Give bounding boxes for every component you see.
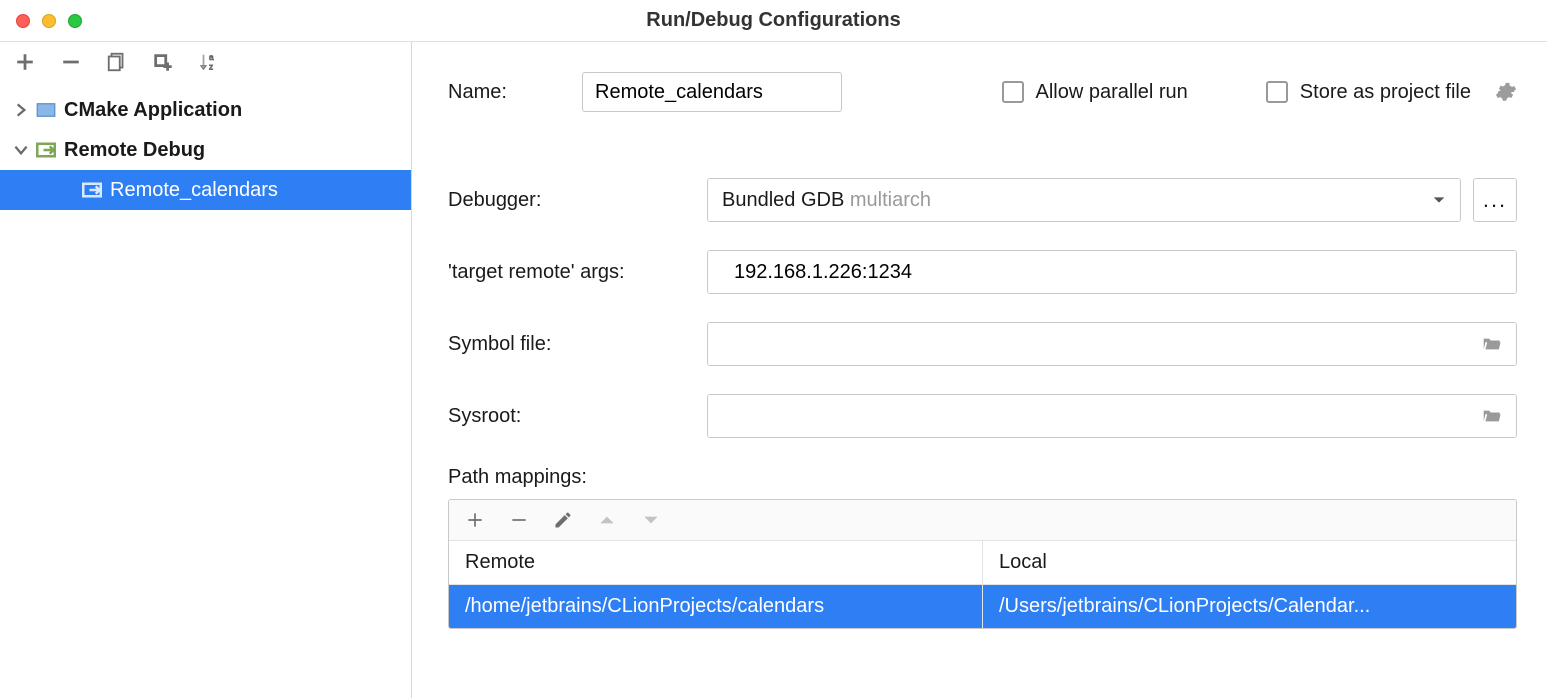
store-as-project-label: Store as project file [1300, 81, 1471, 104]
mapping-remote: /home/jetbrains/CLionProjects/calendars [449, 585, 983, 628]
remote-debug-icon [82, 180, 102, 200]
header-local: Local [983, 541, 1516, 584]
svg-text:z: z [209, 62, 213, 71]
symbol-file-input[interactable] [722, 324, 1481, 364]
titlebar: Run/Debug Configurations [0, 0, 1547, 42]
symbol-file-label: Symbol file: [448, 333, 683, 356]
collapse-icon[interactable] [12, 141, 30, 159]
add-mapping-icon[interactable] [465, 510, 485, 530]
sysroot-input[interactable] [722, 396, 1481, 436]
tree-node-remote-calendars[interactable]: Remote_calendars [0, 170, 411, 210]
target-args-label: 'target remote' args: [448, 261, 683, 284]
config-form: Name: Allow parallel run Store as projec… [412, 42, 1547, 698]
path-mappings-table: Remote Local /home/jetbrains/CLionProjec… [448, 499, 1517, 629]
mapping-local: /Users/jetbrains/CLionProjects/Calendar.… [983, 585, 1516, 628]
close-window-button[interactable] [16, 14, 30, 28]
move-up-icon [597, 510, 617, 530]
debugger-value: Bundled GDB [722, 189, 844, 211]
tree-node-label: CMake Application [64, 99, 242, 122]
allow-parallel-checkbox[interactable]: Allow parallel run [1002, 81, 1188, 104]
window-title: Run/Debug Configurations [0, 9, 1547, 32]
config-tree: CMake Application Remote Debug Remote_ca… [0, 86, 411, 698]
folder-open-icon[interactable] [1481, 333, 1502, 355]
debugger-suffix: multiarch [850, 189, 931, 211]
zoom-window-button[interactable] [68, 14, 82, 28]
tree-node-remote-debug[interactable]: Remote Debug [0, 130, 411, 170]
sidebar-toolbar: az [0, 42, 411, 86]
path-mappings-headers: Remote Local [449, 541, 1516, 585]
target-args-input[interactable] [722, 252, 1502, 292]
store-as-project-checkbox[interactable]: Store as project file [1266, 81, 1471, 104]
copy-config-icon[interactable] [106, 51, 128, 73]
tree-node-cmake-application[interactable]: CMake Application [0, 90, 411, 130]
sort-alpha-icon[interactable]: az [198, 51, 220, 73]
configurations-sidebar: az CMake Application Remote Debug [0, 42, 412, 698]
debugger-select[interactable]: Bundled GDB multiarch [707, 178, 1461, 222]
save-as-template-icon[interactable] [152, 51, 174, 73]
tree-node-label: Remote Debug [64, 139, 205, 162]
path-mappings-label: Path mappings: [448, 466, 1517, 489]
add-config-icon[interactable] [14, 51, 36, 73]
svg-text:a: a [209, 53, 214, 62]
allow-parallel-label: Allow parallel run [1036, 81, 1188, 104]
header-remote: Remote [449, 541, 983, 584]
folder-open-icon[interactable] [1481, 405, 1502, 427]
remove-config-icon[interactable] [60, 51, 82, 73]
name-input[interactable] [582, 72, 842, 112]
remove-mapping-icon[interactable] [509, 510, 529, 530]
debugger-more-button[interactable]: ... [1473, 178, 1517, 222]
debugger-label: Debugger: [448, 189, 683, 212]
chevron-down-icon [1432, 193, 1446, 207]
move-down-icon [641, 510, 661, 530]
remote-debug-icon [36, 140, 56, 160]
sysroot-label: Sysroot: [448, 405, 683, 428]
gear-icon[interactable] [1495, 81, 1517, 103]
path-mapping-row[interactable]: /home/jetbrains/CLionProjects/calendars … [449, 585, 1516, 628]
cmake-icon [36, 100, 56, 120]
name-label: Name: [448, 81, 558, 104]
minimize-window-button[interactable] [42, 14, 56, 28]
tree-node-label: Remote_calendars [110, 179, 278, 202]
edit-mapping-icon[interactable] [553, 510, 573, 530]
expand-icon[interactable] [12, 101, 30, 119]
